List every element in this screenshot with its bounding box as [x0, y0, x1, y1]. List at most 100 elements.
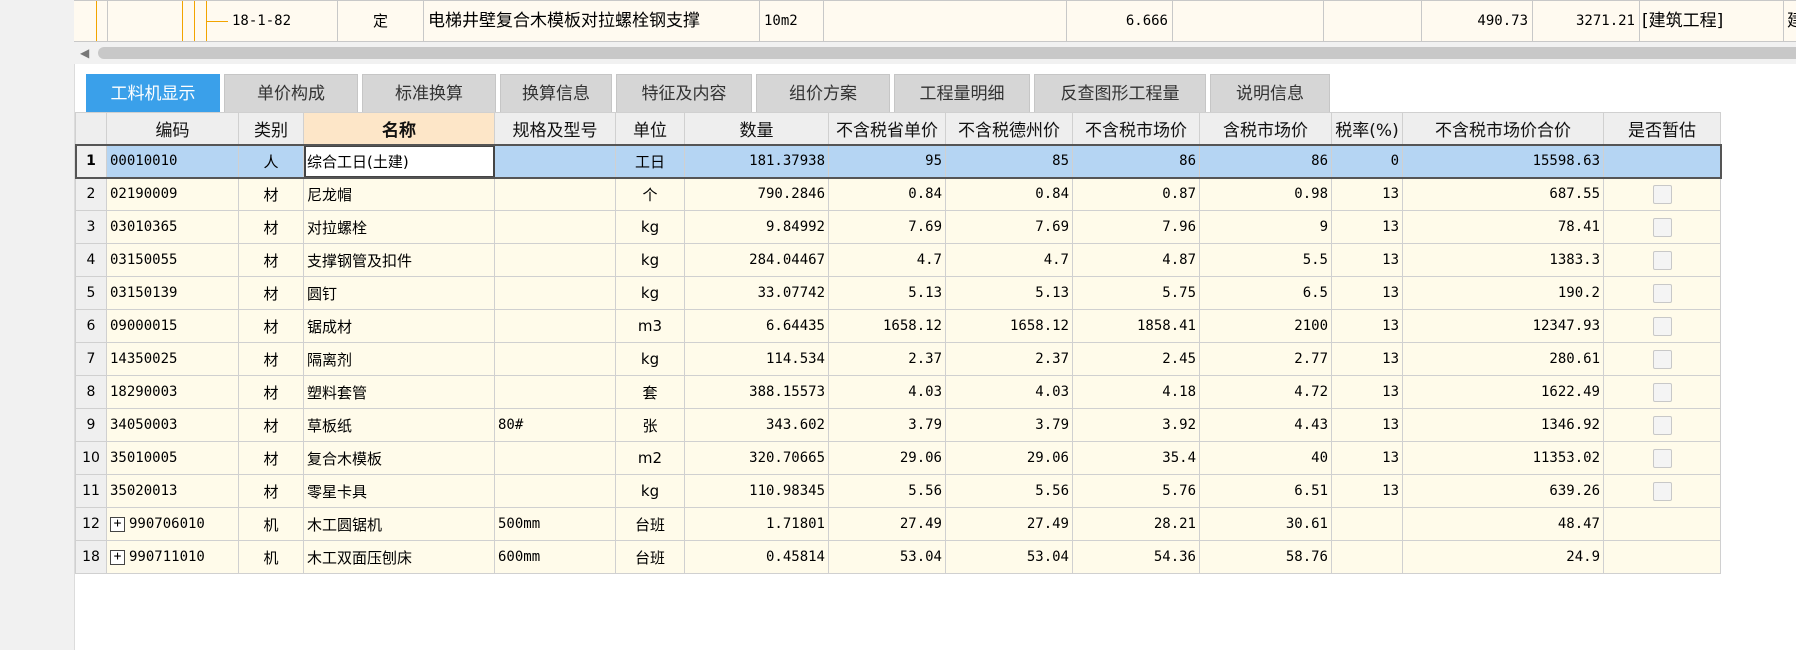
cell-dezhou-price[interactable]: 27.49 — [945, 507, 1073, 541]
cell-tax-rate[interactable]: 13 — [1331, 474, 1403, 508]
tab-description-info[interactable]: 说明信息 — [1210, 74, 1330, 112]
cell-provincial-price[interactable]: 4.7 — [828, 243, 946, 277]
cell-quantity[interactable]: 343.602 — [684, 408, 829, 442]
cell-market-total[interactable]: 11353.02 — [1402, 441, 1604, 475]
cell-name[interactable]: 隔离剂 — [303, 342, 495, 376]
row-number[interactable]: 3 — [75, 210, 107, 244]
provisional-checkbox[interactable] — [1652, 316, 1672, 336]
cell-code[interactable]: +990706010 — [106, 507, 239, 541]
cell-quantity[interactable]: 6.64435 — [684, 309, 829, 343]
cell-code[interactable]: +990711010 — [106, 540, 239, 574]
cell-unit[interactable]: 套 — [615, 375, 685, 409]
header-market-total[interactable]: 不含税市场价合价 — [1402, 112, 1604, 145]
cell-market-price[interactable]: 2.45 — [1072, 342, 1200, 376]
cell-tax-rate[interactable]: 13 — [1331, 375, 1403, 409]
cell-provisional[interactable] — [1603, 474, 1721, 508]
top-cell-category[interactable]: [建筑工程] — [1640, 1, 1784, 41]
tab-reverse-graphic-quantity[interactable]: 反查图形工程量 — [1034, 74, 1206, 112]
cell-type[interactable]: 材 — [238, 408, 304, 442]
cell-dezhou-price[interactable]: 29.06 — [945, 441, 1073, 475]
cell-spec[interactable] — [494, 309, 616, 343]
cell-code[interactable]: 03150139 — [106, 276, 239, 310]
cell-name[interactable]: 零星卡具 — [303, 474, 495, 508]
cell-tax-market-price[interactable]: 86 — [1199, 144, 1332, 178]
cell-tax-rate[interactable]: 13 — [1331, 243, 1403, 277]
cell-tax-rate[interactable]: 13 — [1331, 177, 1403, 211]
cell-provincial-price[interactable]: 3.79 — [828, 408, 946, 442]
cell-unit[interactable]: m3 — [615, 309, 685, 343]
cell-quantity[interactable]: 181.37938 — [684, 144, 829, 178]
expand-plus-icon[interactable]: + — [110, 549, 125, 565]
cell-market-total[interactable]: 639.26 — [1402, 474, 1604, 508]
cell-market-total[interactable]: 1383.3 — [1402, 243, 1604, 277]
cell-market-price[interactable]: 1858.41 — [1072, 309, 1200, 343]
cell-tax-rate[interactable]: 13 — [1331, 441, 1403, 475]
cell-code[interactable]: 03150055 — [106, 243, 239, 277]
cell-market-total[interactable]: 1346.92 — [1402, 408, 1604, 442]
cell-dezhou-price[interactable]: 4.7 — [945, 243, 1073, 277]
cell-code[interactable]: 35020013 — [106, 474, 239, 508]
cell-code[interactable]: 02190009 — [106, 177, 239, 211]
cell-type[interactable]: 材 — [238, 441, 304, 475]
cell-tax-market-price[interactable]: 4.72 — [1199, 375, 1332, 409]
cell-quantity[interactable]: 320.70665 — [684, 441, 829, 475]
cell-market-price[interactable]: 54.36 — [1072, 540, 1200, 574]
cell-quantity[interactable]: 1.71801 — [684, 507, 829, 541]
cell-market-total[interactable]: 190.2 — [1402, 276, 1604, 310]
cell-name[interactable]: 木工圆锯机 — [303, 507, 495, 541]
cell-provisional[interactable] — [1603, 507, 1721, 541]
cell-code[interactable]: 35010005 — [106, 441, 239, 475]
tab-standard-conversion[interactable]: 标准换算 — [362, 74, 496, 112]
cell-provincial-price[interactable]: 0.84 — [828, 177, 946, 211]
cell-tax-market-price[interactable]: 9 — [1199, 210, 1332, 244]
provisional-checkbox[interactable] — [1652, 415, 1672, 435]
row-number[interactable]: 1 — [75, 144, 107, 178]
cell-name[interactable]: 草板纸 — [303, 408, 495, 442]
table-row[interactable]: 9 34050003 材草板纸 80# 张 343.602 3.79 3.79 3.92 4.43… — [75, 408, 1721, 442]
top-cell-quantity[interactable]: 6.666 — [1067, 1, 1173, 41]
header-type[interactable]: 类别 — [238, 112, 304, 145]
cell-provincial-price[interactable]: 7.69 — [828, 210, 946, 244]
cell-dezhou-price[interactable]: 1658.12 — [945, 309, 1073, 343]
row-number[interactable]: 7 — [75, 342, 107, 376]
cell-unit[interactable]: kg — [615, 276, 685, 310]
cell-tax-market-price[interactable]: 2.77 — [1199, 342, 1332, 376]
cell-tax-rate[interactable]: 13 — [1331, 342, 1403, 376]
tab-pricing-scheme[interactable]: 组价方案 — [756, 74, 890, 112]
cell-market-price[interactable]: 3.92 — [1072, 408, 1200, 442]
top-cell-name[interactable]: 电梯井壁复合木模板对拉螺栓钢支撑 — [424, 1, 760, 41]
cell-code[interactable]: 18290003 — [106, 375, 239, 409]
cell-tax-market-price[interactable]: 58.76 — [1199, 540, 1332, 574]
cell-code[interactable]: 03010365 — [106, 210, 239, 244]
cell-spec[interactable] — [494, 375, 616, 409]
top-cell-type[interactable]: 定 — [338, 1, 424, 41]
cell-code[interactable]: 14350025 — [106, 342, 239, 376]
cell-type[interactable]: 材 — [238, 276, 304, 310]
cell-unit[interactable]: 台班 — [615, 540, 685, 574]
cell-tax-market-price[interactable]: 30.61 — [1199, 507, 1332, 541]
cell-dezhou-price[interactable]: 3.79 — [945, 408, 1073, 442]
cell-market-price[interactable]: 35.4 — [1072, 441, 1200, 475]
cell-tax-rate[interactable] — [1331, 507, 1403, 541]
cell-quantity[interactable]: 110.98345 — [684, 474, 829, 508]
header-provisional[interactable]: 是否暂估 — [1603, 112, 1721, 145]
cell-market-total[interactable]: 78.41 — [1402, 210, 1604, 244]
cell-provisional[interactable] — [1603, 243, 1721, 277]
cell-market-total[interactable]: 687.55 — [1402, 177, 1604, 211]
cell-unit[interactable]: 个 — [615, 177, 685, 211]
cell-unit[interactable]: kg — [615, 474, 685, 508]
cell-provincial-price[interactable]: 5.56 — [828, 474, 946, 508]
cell-market-total[interactable]: 1622.49 — [1402, 375, 1604, 409]
cell-spec[interactable] — [494, 474, 616, 508]
header-name[interactable]: 名称 — [303, 112, 495, 145]
cell-dezhou-price[interactable]: 85 — [945, 144, 1073, 178]
cell-tax-rate[interactable]: 13 — [1331, 309, 1403, 343]
table-row[interactable]: 11 35020013 材零星卡具 kg 110.98345 5.56 5.56 5.76 6.… — [75, 474, 1721, 508]
header-tax-market-price[interactable]: 含税市场价 — [1199, 112, 1332, 145]
cell-type[interactable]: 人 — [238, 144, 304, 178]
cell-name[interactable]: 综合工日(土建) — [303, 144, 495, 178]
top-grid-row[interactable]: 18-1-82 定 电梯井壁复合木模板对拉螺栓钢支撑 10m2 6.666 49… — [74, 0, 1796, 42]
cell-name[interactable]: 尼龙帽 — [303, 177, 495, 211]
header-unit[interactable]: 单位 — [615, 112, 685, 145]
scrollbar-thumb[interactable] — [98, 47, 1796, 59]
